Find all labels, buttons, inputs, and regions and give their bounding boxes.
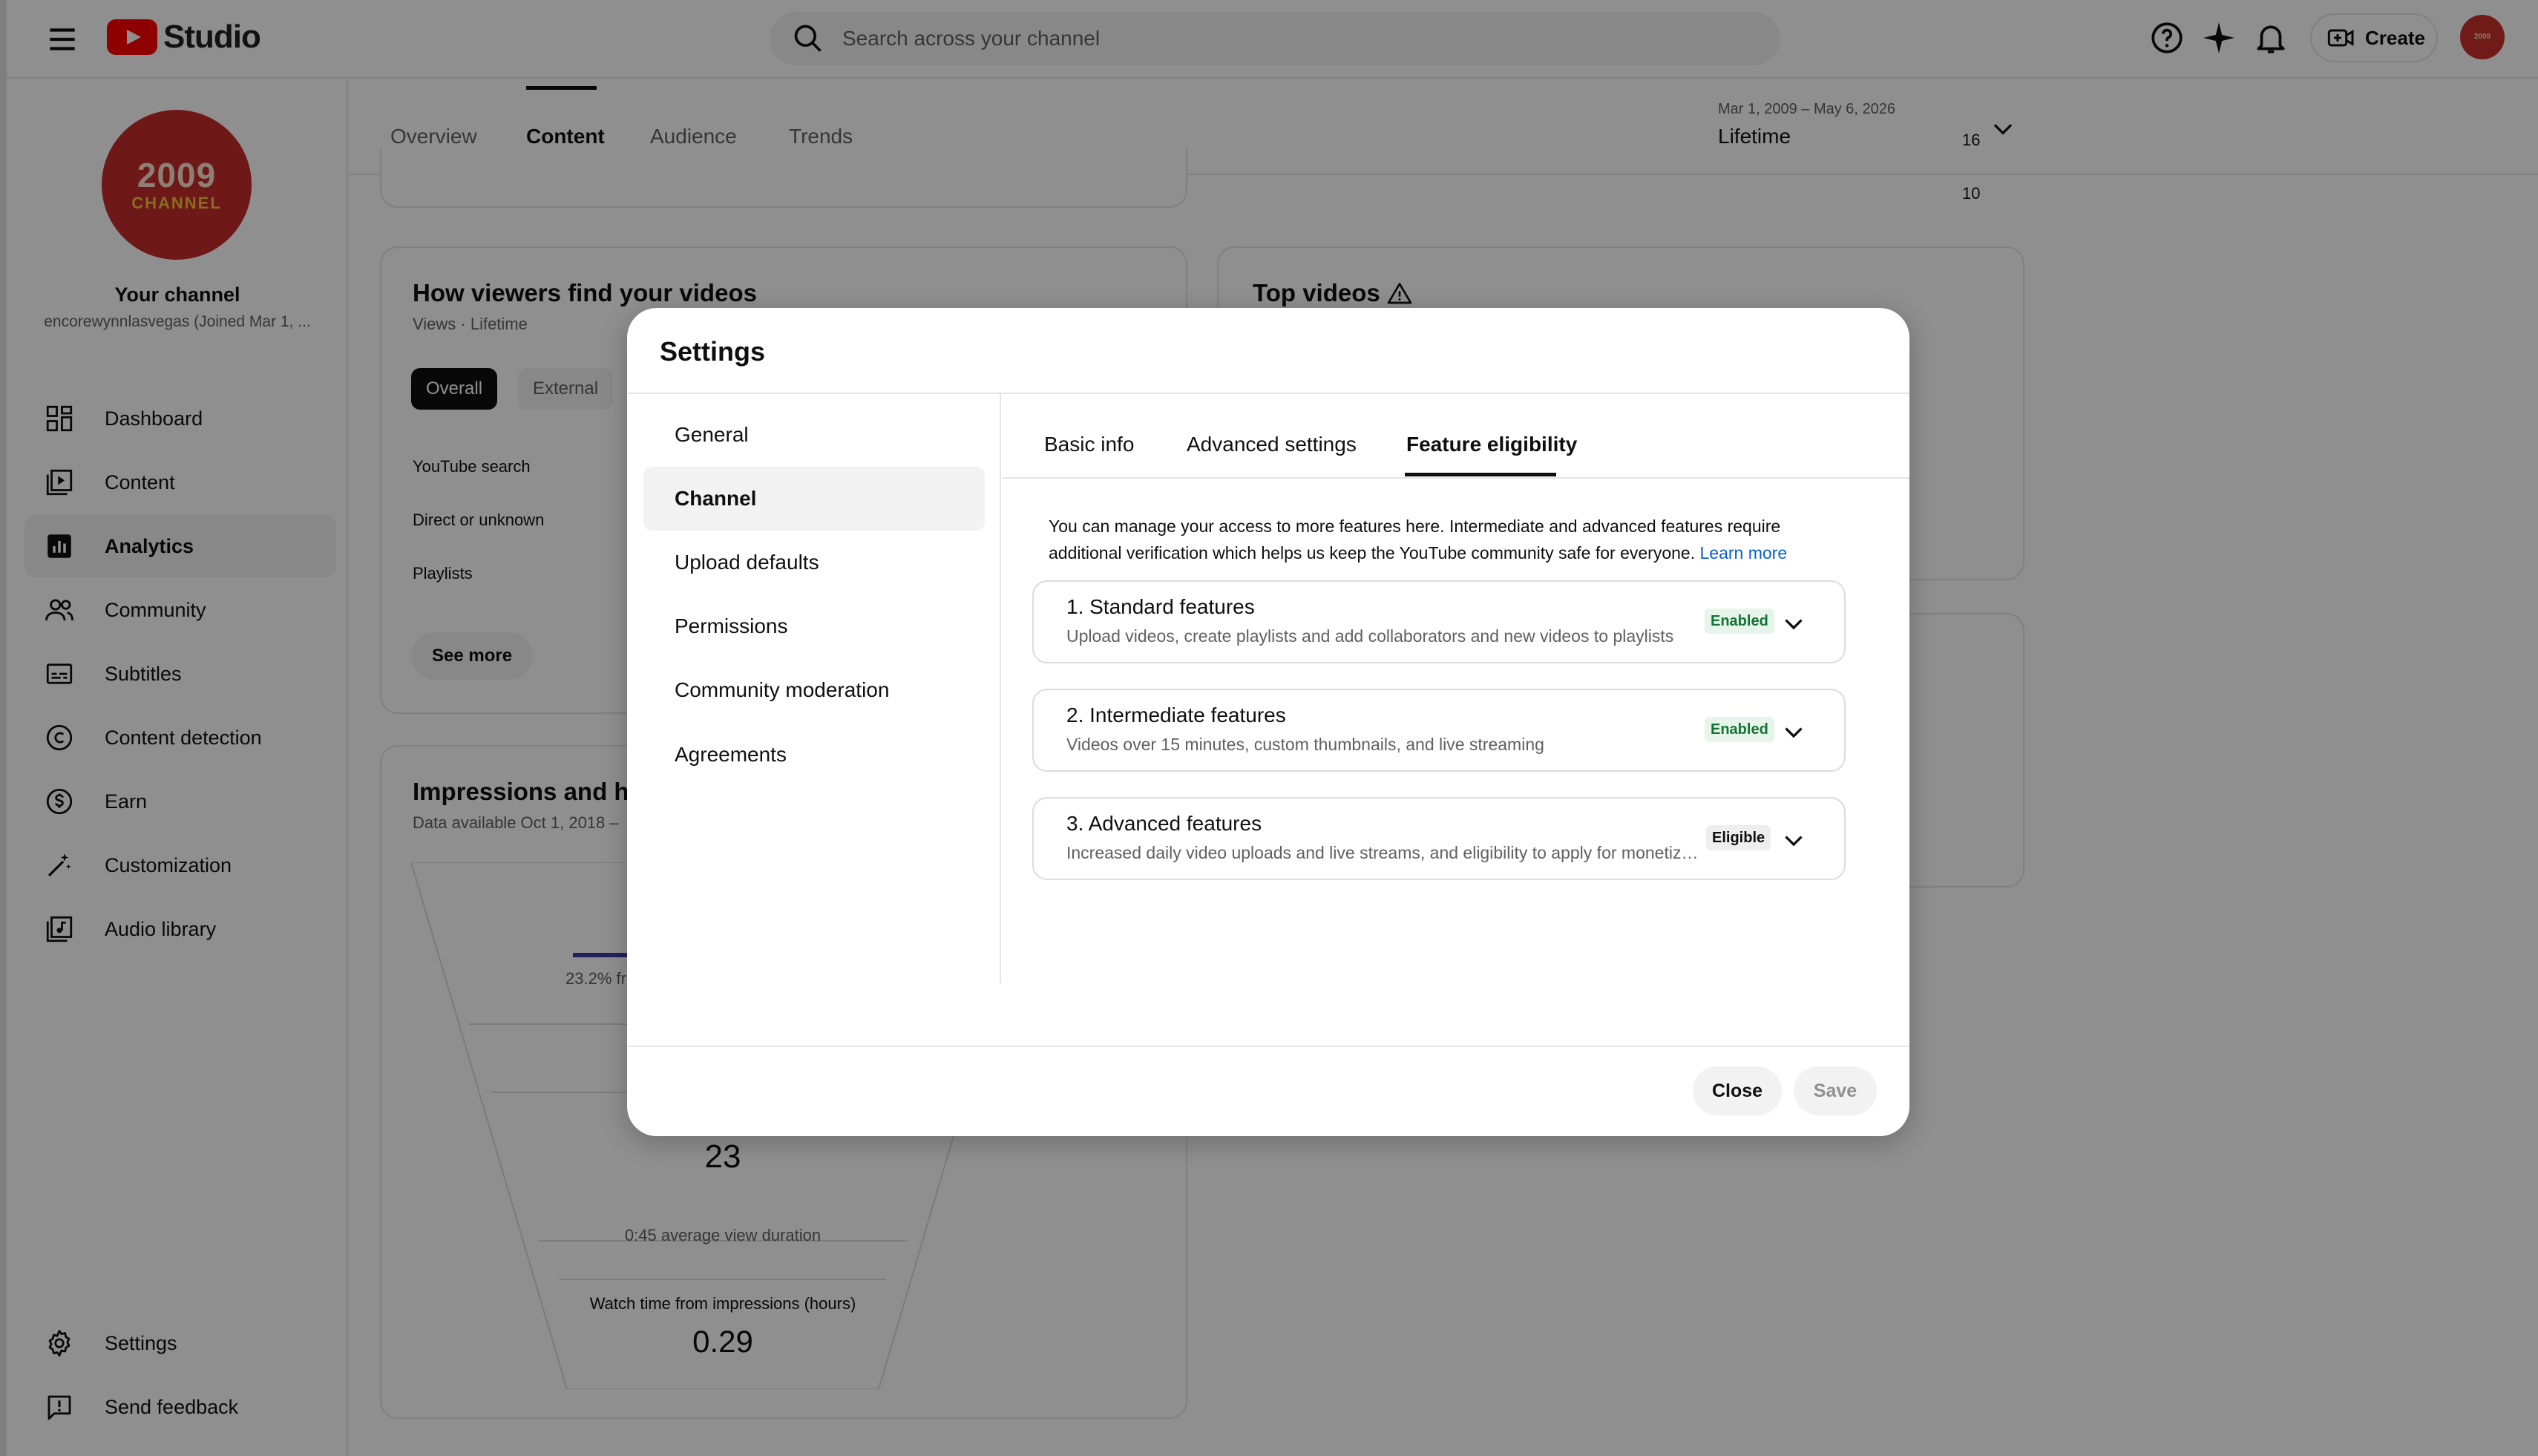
feature-advanced[interactable]: 3. Advanced features Increased daily vid…	[1032, 797, 1846, 880]
settings-nav-channel[interactable]: Channel	[643, 467, 985, 531]
feature-standard[interactable]: 1. Standard features Upload videos, crea…	[1032, 580, 1846, 663]
status-badge: Enabled	[1705, 717, 1774, 742]
feature-description: You can manage your access to more featu…	[1049, 513, 1843, 566]
settings-nav-agreements[interactable]: Agreements	[643, 723, 985, 787]
settings-nav: General Channel Upload defaults Permissi…	[627, 394, 1001, 983]
settings-nav-permissions[interactable]: Permissions	[643, 594, 985, 658]
divider	[627, 1046, 1909, 1047]
tab-basic-info[interactable]: Basic info	[1044, 433, 1134, 456]
settings-nav-general[interactable]: General	[643, 403, 985, 467]
feature-intermediate[interactable]: 2. Intermediate features Videos over 15 …	[1032, 689, 1846, 772]
feature-title: 1. Standard features	[1066, 595, 1255, 618]
settings-nav-upload-defaults[interactable]: Upload defaults	[643, 531, 985, 594]
tab-feature-eligibility[interactable]: Feature eligibility	[1406, 433, 1577, 456]
close-button[interactable]: Close	[1693, 1066, 1782, 1115]
chevron-down-icon[interactable]	[1780, 610, 1807, 637]
learn-more-link[interactable]: Learn more	[1700, 543, 1788, 563]
feature-desc: Increased daily video uploads and live s…	[1066, 843, 1703, 862]
description-text: You can manage your access to more featu…	[1049, 517, 1781, 563]
divider	[1003, 477, 1909, 479]
active-tab-indicator	[1405, 473, 1556, 476]
chevron-down-icon[interactable]	[1780, 827, 1807, 853]
feature-title: 2. Intermediate features	[1066, 704, 1286, 727]
settings-dialog: Settings General Channel Upload defaults…	[627, 308, 1909, 1136]
feature-title: 3. Advanced features	[1066, 812, 1262, 835]
settings-nav-community-moderation[interactable]: Community moderation	[643, 658, 985, 722]
status-badge: Enabled	[1705, 609, 1774, 634]
save-button[interactable]: Save	[1794, 1066, 1877, 1115]
feature-desc: Upload videos, create playlists and add …	[1066, 626, 1674, 646]
tab-advanced-settings[interactable]: Advanced settings	[1187, 433, 1357, 456]
feature-desc: Videos over 15 minutes, custom thumbnail…	[1066, 735, 1544, 754]
chevron-down-icon[interactable]	[1780, 718, 1807, 745]
dialog-title: Settings	[660, 336, 766, 367]
status-badge: Eligible	[1706, 825, 1771, 850]
